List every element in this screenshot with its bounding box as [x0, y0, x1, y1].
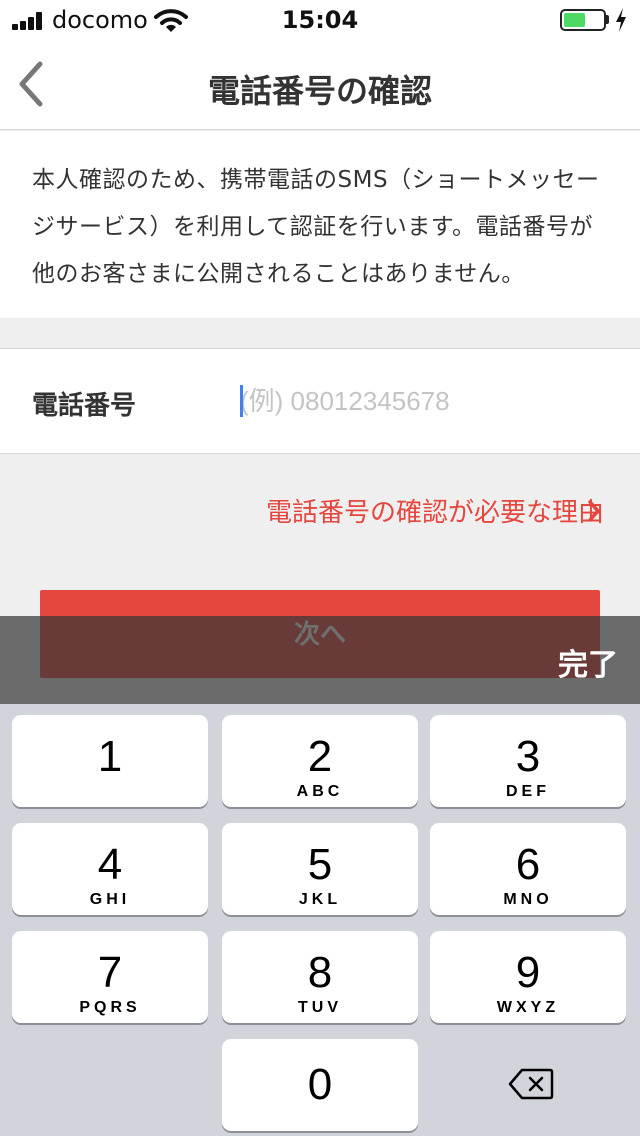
key-digit: 0	[307, 1060, 333, 1109]
phone-number-row: 電話番号	[0, 348, 640, 454]
key-digit: 6	[515, 840, 541, 889]
intro-text: 本人確認のため、携帯電話のSMS（ショートメッセージサービス）を利用して認証を行…	[32, 167, 600, 287]
key-digit: 5	[307, 840, 333, 889]
done-button[interactable]: 完了	[558, 640, 618, 684]
key-digit: 4	[97, 840, 123, 889]
status-bar: docomo 15:04	[0, 0, 640, 40]
key-8[interactable]: 8 TUV	[222, 931, 418, 1023]
battery-level	[564, 13, 585, 27]
keyboard-accessory-bar: 完了	[0, 616, 640, 704]
key-digit: 9	[515, 948, 541, 997]
clock: 15:04	[281, 6, 359, 34]
key-2[interactable]: 2 ABC	[222, 715, 418, 807]
key-letters: TUV	[298, 999, 342, 1016]
key-4[interactable]: 4 GHI	[12, 823, 208, 915]
key-letters: DEF	[506, 783, 550, 800]
key-0[interactable]: 0	[222, 1039, 418, 1131]
intro-section: 本人確認のため、携帯電話のSMS（ショートメッセージサービス）を利用して認証を行…	[0, 131, 640, 318]
charging-bolt-icon	[616, 8, 626, 32]
page-title: 電話番号の確認	[207, 72, 432, 110]
key-digit: 7	[97, 948, 123, 997]
reason-link[interactable]: 電話番号の確認が必要な理由	[0, 492, 604, 529]
key-digit: 3	[515, 732, 541, 781]
key-letters: GHI	[89, 891, 131, 908]
key-digit: 2	[307, 732, 333, 781]
key-1[interactable]: 1	[12, 715, 208, 807]
key-letters: MNO	[503, 891, 553, 908]
key-7[interactable]: 7 PQRS	[12, 931, 208, 1023]
key-3[interactable]: 3 DEF	[430, 715, 626, 807]
battery-icon	[560, 9, 606, 31]
battery-tip	[606, 15, 609, 24]
key-digit: 1	[97, 732, 123, 781]
text-caret	[240, 385, 243, 417]
key-6[interactable]: 6 MNO	[430, 823, 626, 915]
phone-input[interactable]	[240, 377, 620, 425]
key-letters: WXYZ	[496, 999, 560, 1016]
chevron-right-icon	[588, 500, 600, 522]
key-5[interactable]: 5 JKL	[222, 823, 418, 915]
reason-link-label: 電話番号の確認が必要な理由	[265, 498, 604, 528]
key-digit: 8	[307, 948, 333, 997]
key-9[interactable]: 9 WXYZ	[430, 931, 626, 1023]
key-letters: ABC	[296, 783, 344, 800]
delete-key[interactable]	[430, 1039, 626, 1131]
key-letters: JKL	[298, 891, 342, 908]
key-letters: PQRS	[79, 999, 141, 1016]
phone-label: 電話番号	[32, 391, 137, 421]
navigation-bar: 電話番号の確認	[0, 40, 640, 130]
backspace-icon	[508, 1068, 554, 1100]
